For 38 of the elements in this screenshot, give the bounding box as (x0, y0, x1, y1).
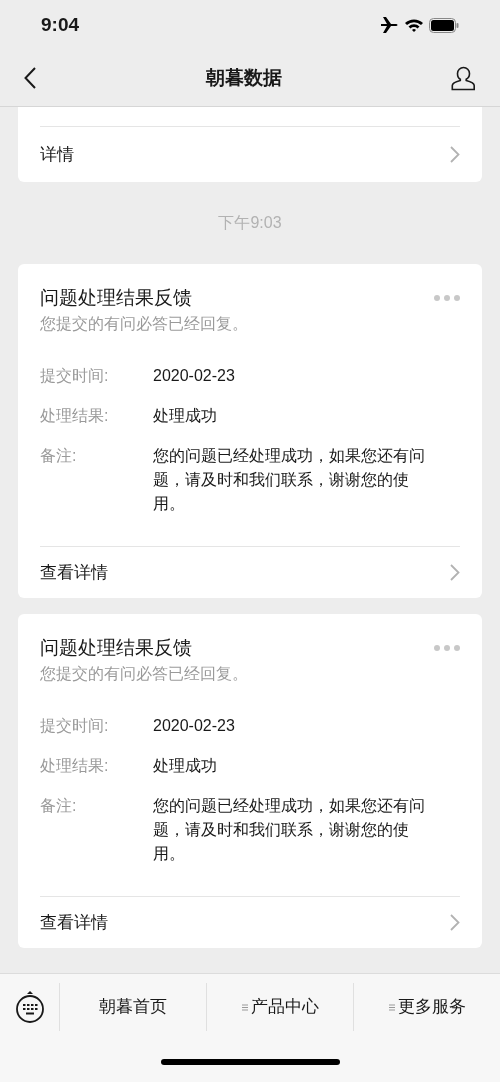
field-value: 处理成功 (153, 406, 218, 426)
airplane-icon (381, 17, 399, 33)
view-details-row[interactable]: 查看详情 (40, 546, 460, 598)
wifi-icon (405, 18, 423, 32)
chevron-right-icon (450, 146, 460, 163)
chevron-right-icon (450, 564, 460, 581)
menu-item[interactable]: 产品中心 (241, 994, 319, 1020)
field-value: 2020-02-23 (153, 366, 236, 386)
menu-item[interactable]: 更多服务 (388, 994, 466, 1020)
field-value: 处理成功 (153, 756, 218, 776)
view-details-row[interactable]: 查看详情 (40, 896, 460, 948)
message-title: 问题处理结果反馈 (40, 286, 192, 310)
status-time: 9:04 (41, 12, 80, 37)
chevron-right-icon (450, 914, 460, 931)
field-label: 处理结果: (40, 406, 110, 426)
back-icon[interactable] (24, 67, 37, 89)
field-value: 2020-02-23 (153, 716, 236, 736)
keyboard-icon[interactable] (14, 990, 45, 1024)
details-link[interactable]: 详情 (40, 141, 74, 168)
field-label: 处理结果: (40, 756, 110, 776)
message-subtitle: 您提交的有问必答已经回复。 (40, 314, 249, 334)
timestamp: 下午9:03 (218, 213, 282, 233)
field-label: 提交时间: (40, 716, 110, 736)
menu-item[interactable]: 朝暮首页 (99, 994, 167, 1020)
menu-icon (388, 1003, 395, 1011)
view-details-link[interactable]: 查看详情 (40, 559, 108, 586)
field-value: 您的问题已经处理成功，如果您还有问题，请及时和我们联系，谢谢您的使用。 (153, 446, 426, 514)
field-label: 备注: (40, 446, 78, 466)
menu-icon (241, 1003, 248, 1011)
field-label: 提交时间: (40, 366, 110, 386)
page-title: 朝暮数据 (206, 65, 282, 90)
field-value: 您的问题已经处理成功，如果您还有问题，请及时和我们联系，谢谢您的使用。 (153, 796, 426, 864)
field-label: 备注: (40, 796, 78, 816)
message-subtitle: 您提交的有问必答已经回复。 (40, 664, 249, 684)
battery-icon (429, 17, 459, 33)
profile-icon[interactable] (451, 65, 476, 91)
view-details-link[interactable]: 查看详情 (40, 909, 108, 936)
message-title: 问题处理结果反馈 (40, 636, 192, 660)
